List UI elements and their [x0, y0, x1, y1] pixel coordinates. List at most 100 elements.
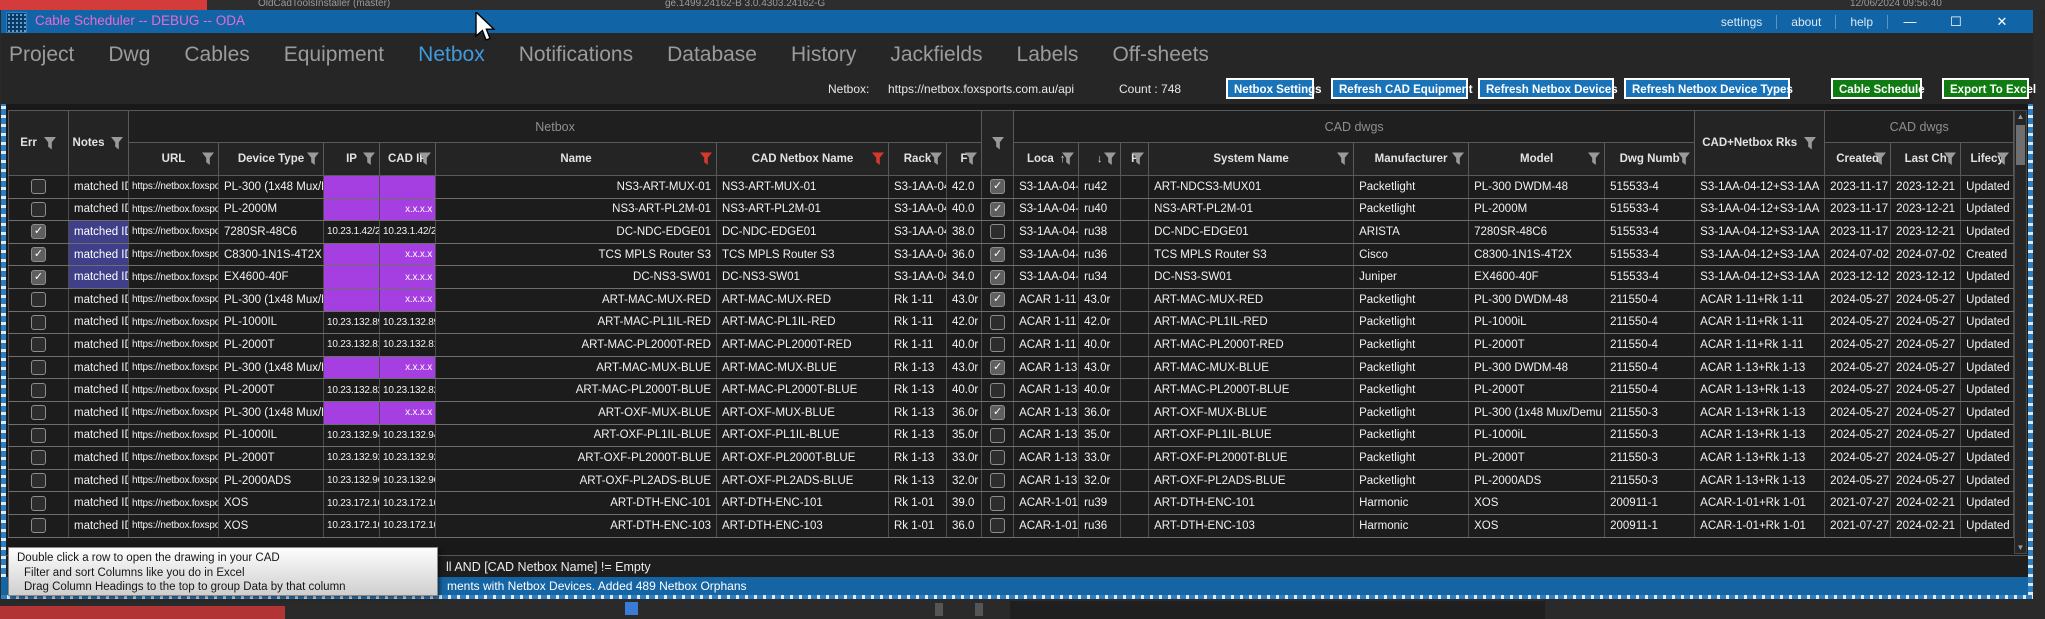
cell-cad_netbox_name[interactable]: ART-DTH-ENC-101 — [717, 492, 889, 515]
cell-name[interactable]: ART-OXF-PL1IL-BLUE — [436, 424, 717, 447]
cell-name[interactable]: ART-MAC-PL1IL-RED — [436, 311, 717, 334]
cell-device_type[interactable]: PL-1000IL — [219, 311, 324, 334]
cell-rack[interactable]: S3-1AA-04- — [889, 198, 947, 221]
cell-f2[interactable] — [1121, 492, 1149, 515]
cell-ru[interactable]: 40.0r — [1079, 379, 1121, 402]
cell-rks[interactable]: S3-1AA-04-12+S3-1AA — [1695, 243, 1825, 266]
group-header-cad-dwgs[interactable]: CAD dwgs — [1014, 111, 1695, 143]
menu-item-history[interactable]: History — [791, 43, 856, 67]
cell-ip[interactable] — [324, 198, 380, 221]
cell-pos[interactable]: 43.0r — [947, 356, 982, 379]
cell-url[interactable]: https://netbox.foxspor — [129, 311, 219, 334]
cell-f2[interactable] — [1121, 311, 1149, 334]
filter-icon[interactable] — [201, 153, 215, 166]
cell-ip[interactable]: 10.23.132.89/ — [324, 311, 380, 334]
cell-notes[interactable]: matched ID. Er — [69, 266, 129, 289]
cell-notes[interactable]: matched ID. Er — [69, 243, 129, 266]
table-row[interactable]: ✓matched IDhttps://netbox.foxsporXOS10.2… — [9, 492, 2014, 515]
cell-url[interactable]: https://netbox.foxspor — [129, 379, 219, 402]
titlebar-link-settings[interactable]: settings — [1707, 15, 1777, 29]
linked-checkbox[interactable]: ✓ — [990, 496, 1005, 511]
minimize-button[interactable]: — — [1887, 14, 1933, 29]
cell-err[interactable]: ✓ — [9, 447, 69, 470]
cell-manufacturer[interactable]: Packetlight — [1354, 356, 1469, 379]
cell-system_name[interactable]: ART-MAC-MUX-BLUE — [1149, 356, 1354, 379]
cell-system_name[interactable]: ART-OXF-PL1IL-BLUE — [1149, 424, 1354, 447]
cell-f2[interactable] — [1121, 356, 1149, 379]
cell-name[interactable]: NS3-ART-PL2M-01 — [436, 198, 717, 221]
cell-loca[interactable]: S3-1AA-04-1 — [1014, 221, 1079, 244]
cell-dwg_num[interactable]: 515533-4 — [1605, 198, 1695, 221]
cell-notes[interactable]: matched ID — [69, 401, 129, 424]
filter-icon[interactable] — [929, 153, 943, 166]
table-row[interactable]: ✓matched IDhttps://netbox.foxsporPL-300 … — [9, 288, 2014, 311]
cell-ip[interactable]: 10.23.132.92/ — [324, 447, 380, 470]
cell-device_type[interactable]: 7280SR-48C6 — [219, 221, 324, 244]
cell-cad_ip[interactable]: x.x.x.x — [380, 401, 436, 424]
cell-lifecycle[interactable]: Updated — [1961, 266, 2014, 289]
linked-checkbox[interactable]: ✓ — [990, 450, 1005, 465]
cell-manufacturer[interactable]: Packetlight — [1354, 424, 1469, 447]
err-checkbox[interactable]: ✓ — [31, 360, 46, 375]
filter-icon[interactable] — [1803, 137, 1817, 150]
cell-name[interactable]: TCS MPLS Router S3 — [436, 243, 717, 266]
err-checkbox[interactable]: ✓ — [31, 315, 46, 330]
cell-f2[interactable] — [1121, 221, 1149, 244]
cell-ip[interactable]: 10.23.132.82/ — [324, 379, 380, 402]
cell-ru[interactable]: 43.0r — [1079, 356, 1121, 379]
cell-err[interactable]: ✓ — [9, 334, 69, 357]
cell-linked[interactable]: ✓ — [982, 469, 1014, 492]
cell-linked[interactable]: ✓ — [982, 492, 1014, 515]
cell-err[interactable]: ✓ — [9, 492, 69, 515]
cell-url[interactable]: https://netbox.foxspor — [129, 221, 219, 244]
filter-active-icon[interactable] — [699, 153, 713, 166]
cell-last_ch[interactable]: 2024-07-02 — [1891, 243, 1961, 266]
cell-manufacturer[interactable]: Harmonic — [1354, 492, 1469, 515]
cell-lifecycle[interactable]: Updated — [1961, 198, 2014, 221]
cell-manufacturer[interactable]: Packetlight — [1354, 469, 1469, 492]
cell-linked[interactable]: ✓ — [982, 401, 1014, 424]
cell-pos[interactable]: 33.0r — [947, 447, 982, 470]
cell-manufacturer[interactable]: Packetlight — [1354, 379, 1469, 402]
cell-linked[interactable]: ✓ — [982, 311, 1014, 334]
table-row[interactable]: ✓matched IDhttps://netbox.foxsporPL-1000… — [9, 311, 2014, 334]
column-header-ip[interactable]: IP — [324, 143, 380, 176]
table-row[interactable]: ✓matched ID. Erhttps://netbox.foxspor728… — [9, 221, 2014, 244]
cell-cad_ip[interactable]: x.x.x.x — [380, 266, 436, 289]
cell-system_name[interactable]: TCS MPLS Router S3 — [1149, 243, 1354, 266]
cell-rks[interactable]: ACAR 1-13+Rk 1-13 — [1695, 379, 1825, 402]
cell-rack[interactable]: S3-1AA-04- — [889, 176, 947, 199]
cell-cad_netbox_name[interactable]: ART-OXF-PL1IL-BLUE — [717, 424, 889, 447]
menu-item-netbox[interactable]: Netbox — [418, 43, 485, 67]
cell-cad_ip[interactable]: 10.23.132.82/ — [380, 379, 436, 402]
err-checkbox[interactable]: ✓ — [31, 202, 46, 217]
cell-f2[interactable] — [1121, 447, 1149, 470]
column-header-f2[interactable]: F — [1121, 143, 1149, 176]
titlebar-link-about[interactable]: about — [1777, 15, 1836, 29]
cell-ip[interactable] — [324, 243, 380, 266]
cell-rks[interactable]: ACAR 1-11+Rk 1-11 — [1695, 311, 1825, 334]
cell-pos[interactable]: 38.0 — [947, 221, 982, 244]
cell-notes[interactable]: matched ID — [69, 469, 129, 492]
cell-last_ch[interactable]: 2024-05-27 — [1891, 311, 1961, 334]
cell-f2[interactable] — [1121, 243, 1149, 266]
cell-rks[interactable]: ACAR 1-11+Rk 1-11 — [1695, 334, 1825, 357]
cell-last_ch[interactable]: 2024-05-27 — [1891, 469, 1961, 492]
cell-last_ch[interactable]: 2023-12-21 — [1891, 221, 1961, 244]
linked-checkbox[interactable]: ✓ — [990, 428, 1005, 443]
linked-checkbox[interactable]: ✓ — [990, 383, 1005, 398]
cell-cad_netbox_name[interactable]: TCS MPLS Router S3 — [717, 243, 889, 266]
cell-model[interactable]: PL-2000T — [1469, 379, 1605, 402]
cell-rks[interactable]: ACAR-1-01+Rk 1-01 — [1695, 492, 1825, 515]
cell-ru[interactable]: 32.0r — [1079, 469, 1121, 492]
cell-linked[interactable]: ✓ — [982, 379, 1014, 402]
cell-dwg_num[interactable]: 515533-4 — [1605, 221, 1695, 244]
column-header-system_name[interactable]: System Name — [1149, 143, 1354, 176]
cell-notes[interactable]: matched ID — [69, 447, 129, 470]
cell-url[interactable]: https://netbox.foxspor — [129, 514, 219, 537]
cell-cad_netbox_name[interactable]: ART-MAC-PL2000T-RED — [717, 334, 889, 357]
err-checkbox[interactable]: ✓ — [31, 224, 46, 239]
cell-system_name[interactable]: ART-OXF-MUX-BLUE — [1149, 401, 1354, 424]
menu-item-equipment[interactable]: Equipment — [284, 43, 384, 67]
cell-rks[interactable]: S3-1AA-04-12+S3-1AA — [1695, 266, 1825, 289]
